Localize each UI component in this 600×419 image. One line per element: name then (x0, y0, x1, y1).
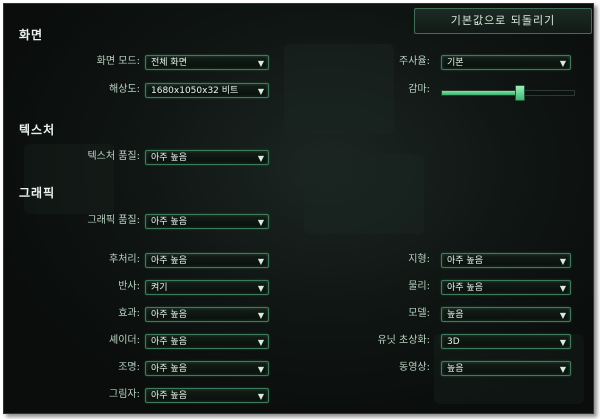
unit-portraits-value: 3D (447, 337, 460, 347)
shadows-dropdown[interactable]: 아주 높음 ▼ (145, 388, 269, 403)
physics-value: 아주 높음 (447, 283, 483, 293)
physics-dropdown[interactable]: 아주 높음 ▼ (441, 280, 571, 295)
chevron-down-icon: ▼ (257, 392, 264, 401)
chevron-down-icon: ▼ (559, 338, 566, 347)
gamma-slider-fill (442, 91, 519, 95)
post-processing-value: 아주 높음 (151, 256, 187, 266)
resolution-label: 해상도: (109, 84, 140, 95)
texture-quality-value: 아주 높음 (151, 153, 187, 163)
graphics-quality-value: 아주 높음 (151, 217, 187, 227)
unit-portraits-label: 유닛 초상화: (377, 335, 430, 346)
chevron-down-icon: ▼ (559, 284, 566, 293)
effects-label: 효과: (118, 308, 140, 319)
shadows-label: 그림자: (109, 389, 140, 400)
models-value: 높음 (447, 310, 464, 320)
texture-quality-dropdown[interactable]: 아주 높음 ▼ (145, 150, 269, 165)
post-processing-dropdown[interactable]: 아주 높음 ▼ (145, 253, 269, 268)
chevron-down-icon: ▼ (559, 365, 566, 374)
shaders-dropdown[interactable]: 아주 높음 ▼ (145, 334, 269, 349)
screen-mode-dropdown[interactable]: 전체 화면 ▼ (145, 55, 269, 70)
lighting-value: 아주 높음 (151, 364, 187, 374)
reflections-value: 켜기 (151, 283, 168, 293)
chevron-down-icon: ▼ (257, 154, 264, 163)
resolution-dropdown[interactable]: 1680x1050x32 비트 ▼ (145, 83, 269, 98)
chevron-down-icon: ▼ (257, 338, 264, 347)
reset-defaults-button[interactable]: 기본값으로 되돌리기 (414, 8, 592, 34)
movies-label: 동영상: (399, 362, 430, 373)
section-title-texture: 텍스처 (19, 123, 56, 137)
screen-mode-label: 화면 모드: (96, 56, 140, 67)
resolution-value: 1680x1050x32 비트 (151, 86, 239, 96)
section-title-graphics: 그래픽 (19, 186, 56, 200)
refresh-rate-value: 기본 (447, 58, 464, 68)
section-title-screen: 화면 (19, 28, 44, 42)
terrain-value: 아주 높음 (447, 256, 483, 266)
chevron-down-icon: ▼ (257, 365, 264, 374)
texture-quality-label: 텍스처 품질: (87, 151, 140, 162)
effects-dropdown[interactable]: 아주 높음 ▼ (145, 307, 269, 322)
lighting-label: 조명: (118, 362, 140, 373)
models-label: 모델: (408, 308, 430, 319)
chevron-down-icon: ▼ (257, 284, 264, 293)
gamma-slider-handle[interactable] (514, 85, 525, 101)
chevron-down-icon: ▼ (257, 257, 264, 266)
graphics-quality-dropdown[interactable]: 아주 높음 ▼ (145, 214, 269, 229)
chevron-down-icon: ▼ (257, 59, 264, 68)
chevron-down-icon: ▼ (257, 87, 264, 96)
models-dropdown[interactable]: 높음 ▼ (441, 307, 571, 322)
lighting-dropdown[interactable]: 아주 높음 ▼ (145, 361, 269, 376)
chevron-down-icon: ▼ (559, 257, 566, 266)
physics-label: 물리: (408, 281, 430, 292)
gamma-label: 감마: (408, 84, 430, 95)
post-processing-label: 후처리: (109, 254, 140, 265)
chevron-down-icon: ▼ (257, 311, 264, 320)
refresh-rate-dropdown[interactable]: 기본 ▼ (441, 55, 571, 70)
chevron-down-icon: ▼ (559, 59, 566, 68)
movies-value: 높음 (447, 364, 464, 374)
settings-panel: 기본값으로 되돌리기 화면 화면 모드: 전체 화면 ▼ 해상도: 1680x1… (3, 3, 594, 414)
gamma-slider[interactable] (441, 85, 575, 101)
graphics-quality-label: 그래픽 품질: (87, 215, 140, 226)
reflections-dropdown[interactable]: 켜기 ▼ (145, 280, 269, 295)
shaders-value: 아주 높음 (151, 337, 187, 347)
refresh-rate-label: 주사율: (399, 56, 430, 67)
movies-dropdown[interactable]: 높음 ▼ (441, 361, 571, 376)
screen-mode-value: 전체 화면 (151, 58, 187, 68)
terrain-label: 지형: (408, 254, 430, 265)
terrain-dropdown[interactable]: 아주 높음 ▼ (441, 253, 571, 268)
shaders-label: 셰이더: (109, 335, 140, 346)
chevron-down-icon: ▼ (257, 218, 264, 227)
effects-value: 아주 높음 (151, 310, 187, 320)
shadows-value: 아주 높음 (151, 391, 187, 401)
reflections-label: 반사: (118, 281, 140, 292)
unit-portraits-dropdown[interactable]: 3D ▼ (441, 334, 571, 349)
chevron-down-icon: ▼ (559, 311, 566, 320)
